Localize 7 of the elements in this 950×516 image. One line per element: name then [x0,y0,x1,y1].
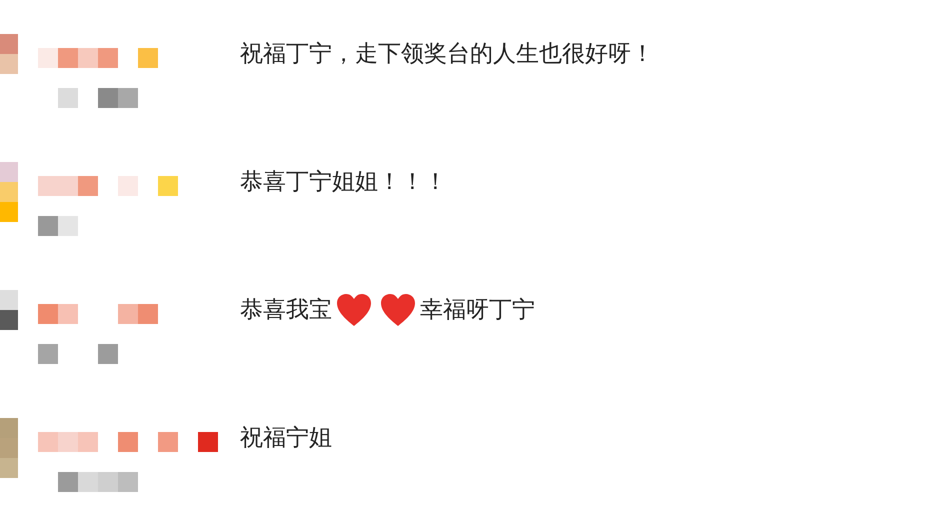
comment-text: 祝福丁宁，走下领奖台的人生也很好呀！ [240,40,654,69]
heart-icon [336,293,372,327]
comment-text: 恭喜我宝 [240,296,332,325]
comment-text: 恭喜丁宁姐姐！！！ [240,168,447,197]
heart-icon [380,293,416,327]
comment-text: 幸福呀丁宁 [420,296,535,325]
comment-text: 祝福宁姐 [240,424,332,453]
